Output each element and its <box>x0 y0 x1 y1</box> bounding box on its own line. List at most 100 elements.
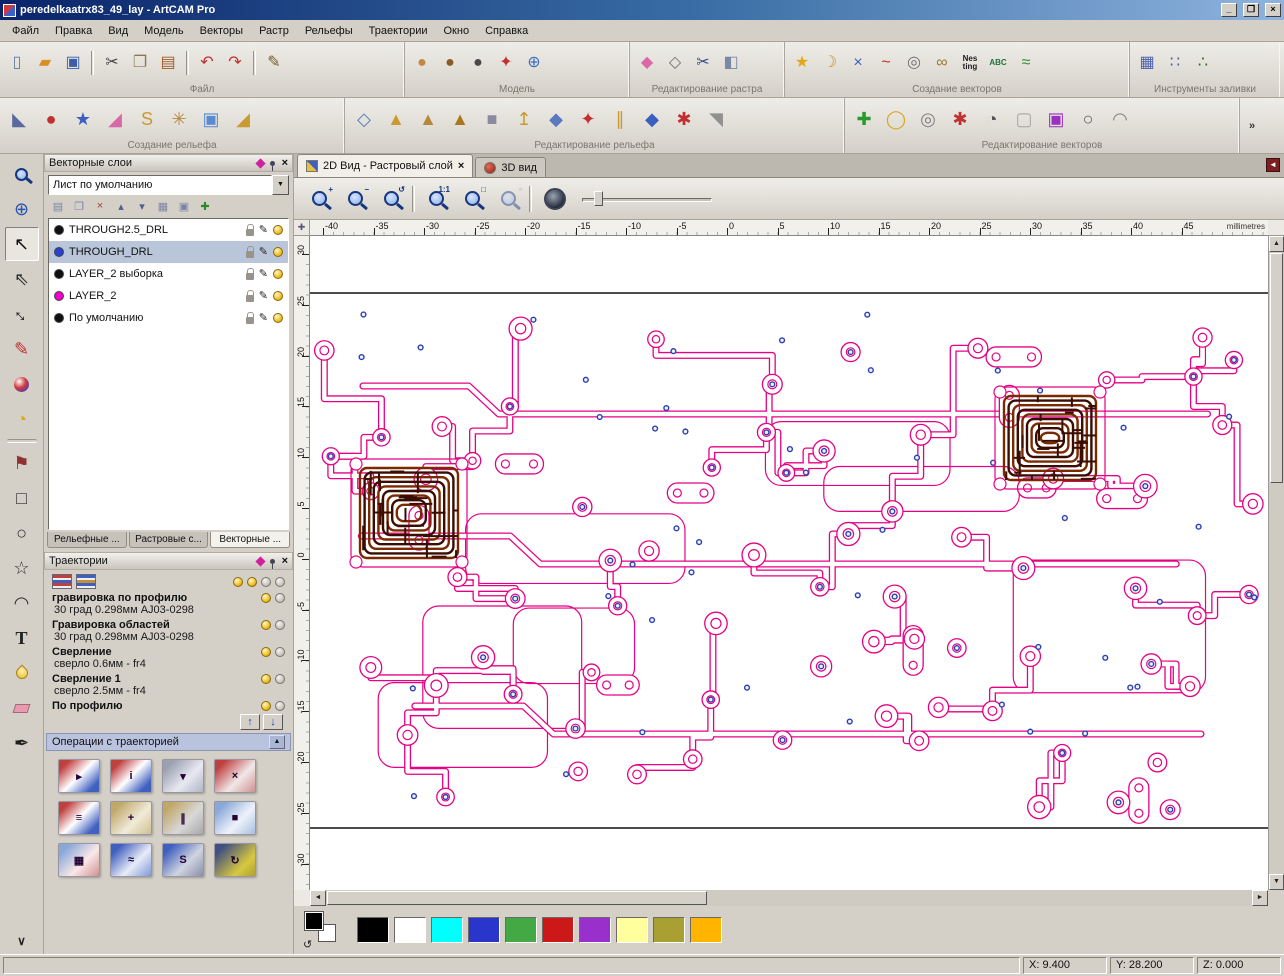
recalc-toolpath-icon[interactable]: ↻ <box>214 843 256 877</box>
toolpath-item[interactable]: Сверление 1 сверло 2.5мм - fr4 <box>52 673 285 700</box>
palette-color-swatch[interactable] <box>394 917 426 943</box>
copy-icon[interactable]: ❐ <box>127 50 153 76</box>
relief-star-icon[interactable]: ★ <box>68 104 98 134</box>
arc-fit-icon[interactable]: ◠ <box>1105 104 1135 134</box>
dashed-square-icon[interactable]: ▣ <box>1041 104 1071 134</box>
material-setup-icon[interactable]: ■ <box>214 801 256 835</box>
layer-edit-icon[interactable]: ✎ <box>259 225 268 236</box>
zoom-slider[interactable] <box>582 190 712 208</box>
toolpath-3d-bulb-icon[interactable] <box>275 647 285 657</box>
cut-icon[interactable]: ✂ <box>99 50 125 76</box>
dial-icon[interactable]: ◔ <box>977 104 1007 134</box>
relief-flame-icon[interactable]: ✦ <box>573 104 603 134</box>
zoom-in-button[interactable]: + <box>304 184 334 214</box>
menu-item[interactable]: Модель <box>136 22 191 40</box>
relief-sparkle-icon[interactable]: ✱ <box>669 104 699 134</box>
layer-edit-icon[interactable]: ✎ <box>259 269 268 280</box>
zoom-out-button[interactable]: − <box>340 184 370 214</box>
sheet-dropdown-button[interactable]: ▼ <box>272 175 289 195</box>
toolpath-up-button[interactable]: ↑ <box>240 714 260 730</box>
model-teddy-brown-icon[interactable]: ● <box>437 50 463 76</box>
batch-toolpaths-icon[interactable]: ≡ <box>58 801 100 835</box>
draw-diamond-icon[interactable]: ◆ <box>634 50 660 76</box>
calligraphy-tool[interactable]: ✒ <box>5 726 39 760</box>
layer-lock-icon[interactable] <box>246 251 254 258</box>
merge-toolpaths-icon[interactable]: ≈ <box>110 843 152 877</box>
notes-icon[interactable]: ✎ <box>261 50 287 76</box>
operations-scroll-up-icon[interactable]: ▲ <box>269 735 285 749</box>
model-teddy-light-icon[interactable]: ● <box>409 50 435 76</box>
relief-wedge-icon[interactable]: ◢ <box>100 104 130 134</box>
toolpath-3d-bulb-icon[interactable] <box>275 593 285 603</box>
relief-weave-icon[interactable]: ✳ <box>164 104 194 134</box>
reduce-colors-icon[interactable]: ◧ <box>718 50 744 76</box>
freehand-curve-icon[interactable]: ~ <box>873 50 899 76</box>
measure-line-tool[interactable]: ✎ <box>5 332 39 366</box>
layer-edit-icon[interactable]: ✎ <box>259 313 268 324</box>
panel-pin-icon[interactable] <box>270 559 275 564</box>
more-tools-chevron-icon[interactable]: ∨ <box>17 934 26 948</box>
drill-sheet-icon[interactable]: + <box>110 801 152 835</box>
ghost-vector-icon[interactable]: ▢ <box>1009 104 1039 134</box>
vertical-scroll-thumb[interactable] <box>1270 253 1283 483</box>
relief-spin-icon[interactable]: ▲ <box>381 104 411 134</box>
dot-fill-icon[interactable]: ∷ <box>1162 50 1188 76</box>
palette-color-swatch[interactable] <box>579 917 611 943</box>
block-fill-icon[interactable]: ▦ <box>1134 50 1160 76</box>
panel-tab[interactable]: Рельефные ... <box>47 532 127 548</box>
relief-cube-icon[interactable]: ■ <box>477 104 507 134</box>
menu-item[interactable]: Окно <box>436 22 478 40</box>
create-arc-icon[interactable]: ☽ <box>817 50 843 76</box>
model-teddy-dark-icon[interactable]: ● <box>465 50 491 76</box>
pcb-canvas[interactable] <box>310 236 1268 890</box>
sheet-down-icon[interactable]: ▾ <box>133 198 151 214</box>
layer-visibility-bulb-icon[interactable] <box>273 247 283 257</box>
copy-sheet-icon[interactable]: ❐ <box>70 198 88 214</box>
layer-row[interactable]: По умолчанию ✎ <box>49 307 288 329</box>
vector-doctor-tool[interactable]: ⚑ <box>5 446 39 480</box>
sheet-select-value[interactable]: Лист по умолчанию <box>48 175 272 195</box>
menu-item[interactable]: Вид <box>100 22 136 40</box>
toolpath-2d-bulb-icon[interactable] <box>261 647 271 657</box>
layer-visibility-bulb-icon[interactable] <box>273 291 283 301</box>
wireframe-sphere-icon[interactable]: ⊕ <box>521 50 547 76</box>
view-tab[interactable]: 2D Вид - Растровый слой × <box>297 154 473 177</box>
toolpath-down-button[interactable]: ↓ <box>263 714 283 730</box>
view-tab[interactable]: 3D вид × <box>475 157 546 177</box>
layer-lock-icon[interactable] <box>246 273 254 280</box>
node-add-icon[interactable]: ✚ <box>849 104 879 134</box>
scroll-down-icon[interactable]: ▼ <box>1269 874 1284 890</box>
relief-swirl-icon[interactable]: S <box>132 104 162 134</box>
relief-plane-icon[interactable]: ◣ <box>4 104 34 134</box>
menu-item[interactable]: Векторы <box>192 22 251 40</box>
save-toolpath-icon[interactable]: ▾ <box>162 759 204 793</box>
scroll-up-icon[interactable]: ▲ <box>1269 236 1284 252</box>
vertical-scrollbar[interactable]: ▲ ▼ <box>1268 236 1284 890</box>
delete-toolpath-icon[interactable]: × <box>214 759 256 793</box>
minimize-button[interactable]: _ <box>1221 3 1237 17</box>
layer-row[interactable]: THROUGH_DRL ✎ <box>49 241 288 263</box>
toolpath-2d-bulb-icon[interactable] <box>261 701 271 711</box>
delete-sheet-icon[interactable]: × <box>91 198 109 214</box>
star-tool[interactable]: ☆ <box>5 551 39 585</box>
show-all-3d-bulb-icon[interactable] <box>247 577 257 587</box>
new-model-icon[interactable]: ▯ <box>4 50 30 76</box>
panel-tab[interactable]: Векторные ... <box>210 532 290 548</box>
erase-diamond-icon[interactable]: ◇ <box>662 50 688 76</box>
relief-turn-icon[interactable]: ▲ <box>413 104 443 134</box>
select-tool[interactable]: ↖ <box>5 227 39 261</box>
droplet-tool[interactable] <box>5 656 39 690</box>
menu-item[interactable]: Траектории <box>361 22 436 40</box>
layer-edit-icon[interactable]: ✎ <box>259 291 268 302</box>
toolbar-overflow-button[interactable]: » <box>1240 98 1264 153</box>
relief-blob-icon[interactable]: ● <box>36 104 66 134</box>
node-edit-tool[interactable]: ⇖ <box>5 262 39 296</box>
relief-lock-icon[interactable]: ◆ <box>541 104 571 134</box>
rings-icon[interactable]: ◎ <box>913 104 943 134</box>
new-sheet-icon[interactable]: ▤ <box>49 198 67 214</box>
halo-icon[interactable]: ◯ <box>881 104 911 134</box>
transform-tool[interactable]: ↔ <box>5 297 39 331</box>
zoom-selection-button[interactable]: ▫ <box>493 184 523 214</box>
view-dock-button[interactable]: ◄ <box>1266 158 1280 172</box>
palette-color-swatch[interactable] <box>505 917 537 943</box>
